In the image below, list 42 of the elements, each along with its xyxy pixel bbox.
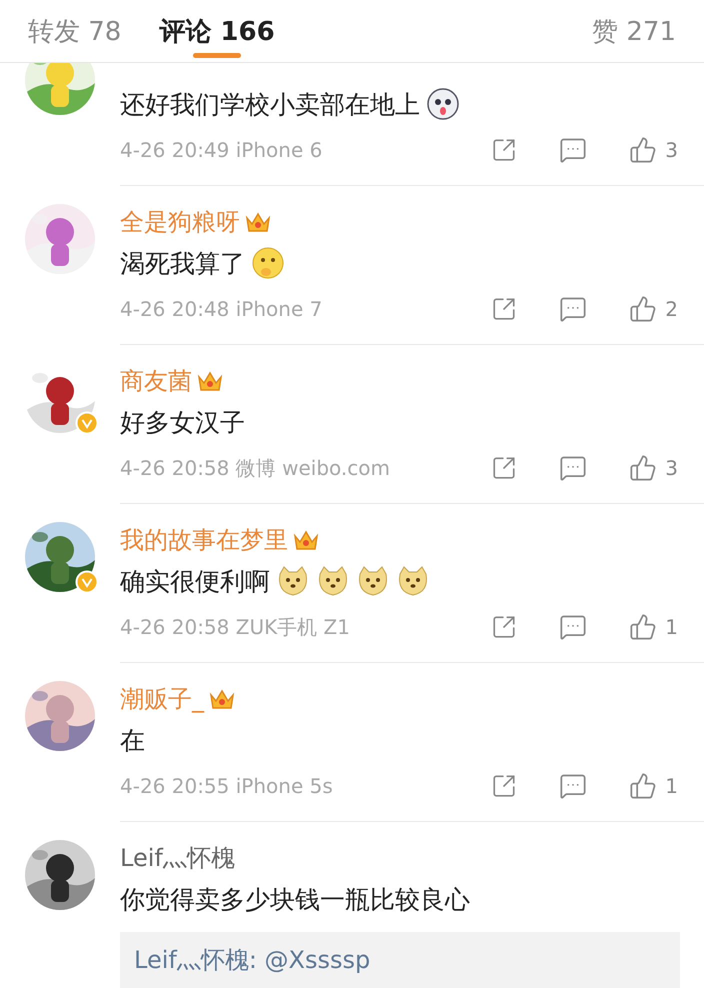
thinking-emoji-icon bbox=[251, 246, 285, 280]
dog-face-emoji-icon bbox=[276, 564, 310, 598]
like-button[interactable]: 3 bbox=[629, 136, 678, 164]
user-name[interactable]: Leif灬怀槐 bbox=[120, 842, 235, 874]
comment-meta: 4-26 20:58 微博 weibo.com bbox=[120, 454, 391, 482]
tab[interactable]: 评论 166 bbox=[159, 0, 275, 62]
dog-face-emoji-icon bbox=[396, 564, 430, 598]
comment-meta: 4-26 20:58 ZUK手机 Z1 bbox=[120, 614, 351, 640]
share-button[interactable] bbox=[491, 614, 518, 640]
dog-face-emoji-icon bbox=[316, 564, 350, 598]
share-button[interactable] bbox=[491, 773, 518, 799]
reply-button[interactable] bbox=[559, 772, 588, 800]
comment-text: 还好我们学校小卖部在地上 bbox=[120, 88, 420, 120]
dog-face-emoji-icon bbox=[356, 564, 390, 598]
user-name[interactable]: 我的故事在梦里 bbox=[120, 524, 288, 556]
reply-preview[interactable]: Leif灬怀槐: @Xssssp bbox=[120, 932, 680, 988]
comment-text: 在 bbox=[120, 724, 145, 756]
comment-meta: 4-26 20:49 iPhone 6 bbox=[120, 138, 324, 162]
comment-meta: 4-26 20:55 iPhone 5s bbox=[120, 774, 334, 798]
user-name[interactable]: 潮贩子_ bbox=[120, 683, 204, 715]
share-button[interactable] bbox=[491, 296, 518, 322]
share-button[interactable] bbox=[491, 137, 518, 163]
like-button[interactable]: 3 bbox=[629, 454, 678, 482]
dog-emoji-icon bbox=[426, 87, 460, 121]
reply-button[interactable] bbox=[559, 613, 588, 641]
like-button[interactable]: 1 bbox=[629, 772, 678, 800]
share-button[interactable] bbox=[491, 455, 518, 481]
reply-button[interactable] bbox=[559, 295, 588, 323]
comment-text: 你觉得卖多少块钱一瓶比较良心 bbox=[120, 884, 470, 916]
tab-indicator bbox=[193, 53, 242, 58]
user-name[interactable]: 商友菌 bbox=[120, 365, 192, 397]
like-button[interactable]: 1 bbox=[629, 613, 678, 641]
comment-text: 好多女汉子 bbox=[120, 406, 245, 438]
comment-meta: 4-26 20:48 iPhone 7 bbox=[120, 297, 324, 321]
reply-button[interactable] bbox=[559, 136, 588, 164]
tab[interactable]: 赞 271 bbox=[592, 0, 676, 62]
comment-text: 确实很便利啊 bbox=[120, 566, 270, 598]
reply-button[interactable] bbox=[559, 454, 588, 482]
tab[interactable]: 转发 78 bbox=[28, 0, 122, 62]
like-button[interactable]: 2 bbox=[629, 295, 678, 323]
comment-text: 渴死我算了 bbox=[120, 248, 245, 280]
user-name[interactable]: 全是狗粮呀 bbox=[120, 206, 240, 238]
